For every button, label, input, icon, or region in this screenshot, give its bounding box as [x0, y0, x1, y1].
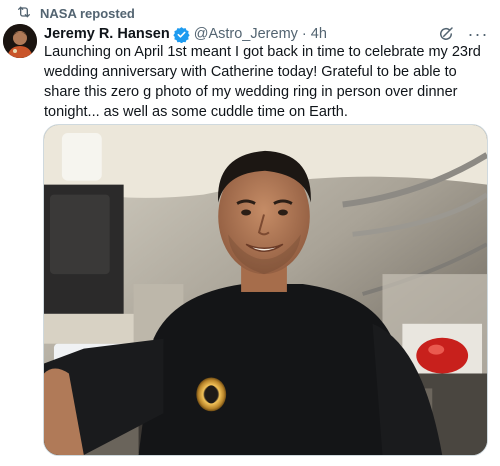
timestamp[interactable]: 4h: [311, 26, 327, 42]
avatar[interactable]: [3, 24, 37, 58]
tweet-text: Launching on April 1st meant I got back …: [44, 44, 481, 120]
verified-badge-icon[interactable]: [173, 26, 190, 43]
repost-indicator[interactable]: NASA reposted: [16, 4, 135, 22]
astronaut-ring-photo: [44, 125, 487, 455]
separator-dot: ·: [301, 26, 307, 42]
tweet-header: Jeremy R. Hansen @Astro_Jeremy · 4h ···: [44, 24, 488, 44]
more-options-icon[interactable]: ···: [468, 24, 488, 44]
repost-label: NASA reposted: [40, 5, 135, 21]
author-name[interactable]: Jeremy R. Hansen: [44, 26, 170, 42]
grok-icon[interactable]: [436, 24, 456, 44]
tweet-media-photo[interactable]: [43, 124, 488, 456]
repost-icon: [16, 4, 32, 23]
author-handle[interactable]: @Astro_Jeremy: [194, 26, 298, 42]
